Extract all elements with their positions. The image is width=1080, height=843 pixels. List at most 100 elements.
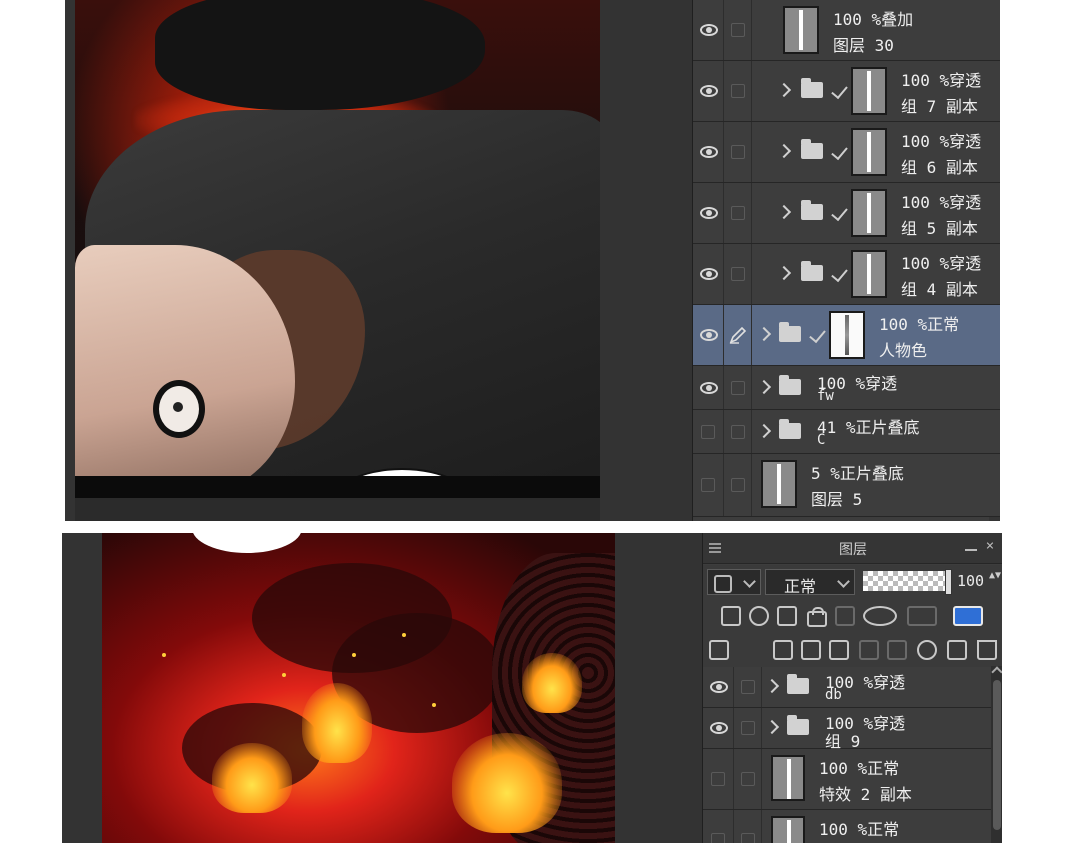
checkbox-icon[interactable]: [731, 424, 745, 439]
eye-icon[interactable]: [700, 24, 718, 36]
edit-target-toggle[interactable]: [723, 61, 752, 121]
lock-transparency-icon[interactable]: [835, 606, 855, 626]
edit-target-toggle[interactable]: [723, 183, 752, 243]
checkbox-icon[interactable]: [731, 145, 745, 159]
visibility-toggle[interactable]: [693, 305, 724, 365]
eye-icon[interactable]: [710, 722, 728, 734]
transfer-down-icon[interactable]: [859, 640, 879, 660]
visibility-toggle[interactable]: [693, 454, 724, 516]
layer-row-selected[interactable]: 100 %正常 人物色: [693, 305, 1000, 366]
eye-off-icon[interactable]: [701, 478, 715, 492]
edit-target-toggle[interactable]: [733, 810, 762, 843]
checkbox-icon[interactable]: [741, 680, 755, 694]
spinner-icon[interactable]: ▲▼: [989, 571, 1001, 591]
layer-row[interactable]: 100 %穿透 组 5 副本: [693, 183, 1000, 244]
apply-mask-icon[interactable]: [947, 640, 967, 660]
select-layer-icon[interactable]: [721, 606, 741, 626]
eye-off-icon[interactable]: [711, 772, 725, 786]
edit-target-toggle[interactable]: [723, 366, 752, 409]
checkbox-icon[interactable]: [741, 833, 755, 843]
layer-row[interactable]: 100 %正常 特效 2 副本: [703, 749, 991, 810]
new-vector-layer-icon[interactable]: [801, 640, 821, 660]
eye-icon[interactable]: [700, 85, 718, 97]
checkbox-icon[interactable]: [731, 380, 745, 395]
opacity-value[interactable]: 100: [957, 572, 984, 590]
chevron-right-icon[interactable]: [776, 143, 792, 159]
eye-icon[interactable]: [700, 146, 718, 158]
chevron-right-icon[interactable]: [756, 326, 772, 342]
layer-color-dropdown[interactable]: [707, 569, 761, 595]
eye-icon[interactable]: [700, 381, 718, 394]
minimize-icon[interactable]: [965, 549, 977, 551]
eye-off-icon[interactable]: [701, 424, 715, 439]
layer-row[interactable]: 100 %穿透 组 6 副本: [693, 122, 1000, 183]
layer-row[interactable]: 100 %穿透 fw: [693, 366, 1000, 410]
visibility-toggle[interactable]: [703, 749, 734, 809]
draft-layer-icon[interactable]: [777, 606, 797, 626]
chevron-right-icon[interactable]: [764, 678, 780, 694]
layer-row[interactable]: 100 %叠加 图层 30: [693, 0, 1000, 61]
edit-target-toggle[interactable]: [723, 244, 752, 304]
chevron-right-icon[interactable]: [776, 265, 792, 281]
edit-target-toggle[interactable]: [733, 708, 762, 748]
clip-to-layer-below-icon[interactable]: [863, 606, 897, 626]
checkbox-icon[interactable]: [731, 206, 745, 220]
layer-row[interactable]: 100 %穿透 组 9: [703, 708, 991, 751]
checkbox-icon[interactable]: [731, 478, 745, 492]
edit-target-toggle[interactable]: [723, 0, 752, 60]
layer-list-icon[interactable]: [709, 640, 729, 660]
checkbox-icon[interactable]: [731, 267, 745, 281]
visibility-toggle[interactable]: [693, 410, 724, 453]
visibility-toggle[interactable]: [693, 244, 724, 304]
layer-row[interactable]: 100 %正常: [703, 810, 991, 843]
layer-row[interactable]: 41 %正片叠底 C: [693, 410, 1000, 454]
visibility-toggle[interactable]: [693, 122, 724, 182]
lock-icon[interactable]: [807, 607, 827, 627]
chevron-right-icon[interactable]: [764, 719, 780, 735]
edit-target-toggle[interactable]: [733, 667, 762, 707]
checkbox-icon[interactable]: [741, 721, 755, 735]
visibility-toggle[interactable]: [693, 61, 724, 121]
eye-icon[interactable]: [700, 329, 718, 341]
chevron-right-icon[interactable]: [776, 82, 792, 98]
visibility-toggle[interactable]: [703, 667, 734, 707]
merge-down-icon[interactable]: [887, 640, 907, 660]
pen-icon[interactable]: [729, 326, 747, 344]
panel-titlebar[interactable]: 图层 ×: [703, 533, 1002, 564]
reference-layer-icon[interactable]: [749, 606, 769, 626]
visibility-toggle[interactable]: [703, 810, 734, 843]
chevron-right-icon[interactable]: [776, 204, 792, 220]
opacity-slider[interactable]: [863, 569, 952, 595]
visibility-toggle[interactable]: [693, 366, 724, 409]
trash-icon[interactable]: [977, 640, 997, 660]
chevron-right-icon[interactable]: [756, 423, 772, 438]
checkbox-icon[interactable]: [731, 84, 745, 98]
scrollbar[interactable]: [991, 666, 1002, 843]
artwork-canvas-bottom[interactable]: [102, 533, 615, 843]
visibility-toggle[interactable]: [703, 708, 734, 748]
scroll-up-icon[interactable]: [991, 666, 1002, 678]
checkbox-icon[interactable]: [731, 23, 745, 37]
new-folder-icon[interactable]: [829, 640, 849, 660]
visibility-toggle[interactable]: [693, 0, 724, 60]
eye-off-icon[interactable]: [711, 833, 725, 843]
artwork-canvas-top[interactable]: [75, 0, 600, 498]
mask-icon[interactable]: [907, 606, 937, 626]
new-raster-layer-icon[interactable]: [773, 640, 793, 660]
visibility-toggle[interactable]: [693, 183, 724, 243]
edit-target-toggle[interactable]: [723, 122, 752, 182]
layer-row[interactable]: 100 %穿透 组 7 副本: [693, 61, 1000, 122]
edit-target-toggle[interactable]: [723, 454, 752, 516]
eye-icon[interactable]: [700, 268, 718, 280]
edit-target-toggle[interactable]: [723, 305, 752, 365]
close-icon[interactable]: ×: [983, 539, 997, 553]
eye-icon[interactable]: [710, 681, 728, 693]
eye-icon[interactable]: [700, 207, 718, 219]
chevron-right-icon[interactable]: [756, 379, 772, 394]
layer-row[interactable]: 100 %穿透 db: [703, 667, 991, 708]
checkbox-icon[interactable]: [741, 772, 755, 786]
edit-target-toggle[interactable]: [723, 410, 752, 453]
layer-mask-icon[interactable]: [917, 640, 937, 660]
blend-mode-select[interactable]: 正常: [765, 569, 855, 596]
layer-row[interactable]: 5 %正片叠底 图层 5: [693, 454, 1000, 517]
